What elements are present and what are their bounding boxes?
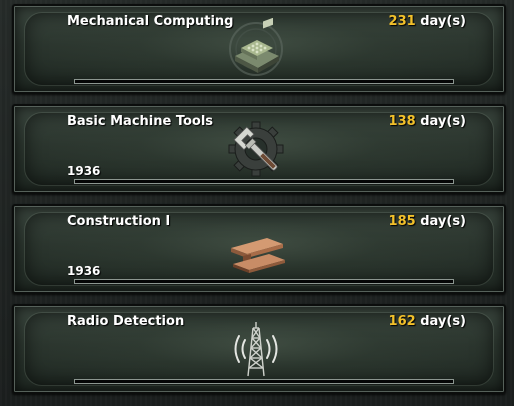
research-progress-bar — [74, 279, 454, 284]
research-slot-construction-i[interactable]: Construction I 185 day(s) 1936 — [12, 204, 506, 294]
research-progress-bar — [74, 379, 454, 384]
mechanical-computer-icon — [222, 18, 290, 80]
research-progress-bar — [74, 79, 454, 84]
research-slot-mechanical-computing[interactable]: Mechanical Computing 231 day(s) — [12, 4, 506, 94]
days-number: 162 — [388, 314, 416, 329]
tech-name: Radio Detection — [67, 314, 185, 329]
research-days: 231 day(s) — [389, 14, 466, 29]
tech-year: 1936 — [67, 264, 101, 278]
gear-wrench-icon — [222, 118, 290, 180]
tech-name: Basic Machine Tools — [67, 114, 214, 129]
radio-tower-icon — [222, 318, 290, 380]
days-number: 138 — [388, 114, 416, 129]
research-progress-bar — [74, 179, 454, 184]
days-unit: day(s) — [420, 314, 466, 329]
days-unit: day(s) — [420, 114, 466, 129]
days-number: 185 — [388, 214, 416, 229]
research-days: 162 day(s) — [389, 314, 466, 329]
tech-name: Mechanical Computing — [67, 14, 234, 29]
tech-year: 1936 — [67, 164, 101, 178]
research-days: 185 day(s) — [389, 214, 466, 229]
days-unit: day(s) — [420, 214, 466, 229]
steel-beam-icon — [222, 218, 290, 280]
research-slot-radio-detection[interactable]: Radio Detection 162 day(s) — [12, 304, 506, 394]
research-slot-basic-machine-tools[interactable]: Basic Machine Tools 138 day(s) 1936 — [12, 104, 506, 194]
days-unit: day(s) — [420, 14, 466, 29]
tech-name: Construction I — [67, 214, 171, 229]
days-number: 231 — [388, 14, 416, 29]
research-days: 138 day(s) — [389, 114, 466, 129]
